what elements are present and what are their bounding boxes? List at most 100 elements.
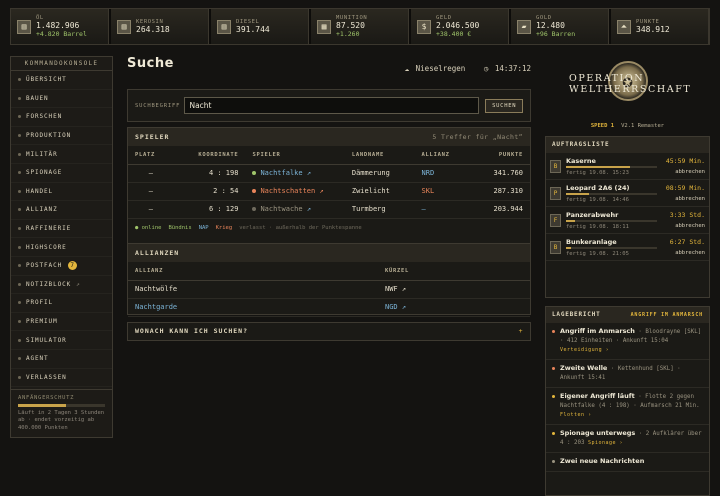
cancel-button[interactable]: abbrechen — [657, 169, 705, 175]
player-link[interactable]: Nachtschatten — [260, 187, 315, 195]
cell-coord: 4 : 198 — [173, 164, 246, 183]
bullet-icon — [18, 96, 21, 100]
status-line: ☁ Nieselregen ◷ 14:37:12 — [391, 64, 531, 73]
faq-header[interactable]: Wonach kann ich suchen? + — [128, 323, 530, 340]
cancel-button[interactable]: abbrechen — [657, 196, 705, 202]
event-link[interactable]: Flotten › — [560, 412, 592, 418]
protection-progress — [18, 403, 105, 407]
resource-value: 1.482.906 — [36, 21, 80, 30]
player-cell[interactable]: Nachtwache ↗ — [245, 200, 345, 219]
resource-2: ▥ Diesel 391.744 — [211, 9, 309, 44]
faq-panel[interactable]: Wonach kann ich suchen? + — [127, 322, 531, 341]
sidebar-item-label: Simulator — [26, 336, 67, 344]
search-button[interactable]: Suchen — [485, 98, 523, 113]
event-link[interactable]: Spionage › — [588, 440, 623, 446]
resource-3: ▦ Munition 87.520 +1.260 — [311, 9, 409, 44]
alliances-panel: Allianzen Allianz Kürzel Nachtwölfe NWF ↗ N… — [127, 243, 531, 317]
resource-value: 2.046.500 — [436, 21, 480, 30]
sidebar-item-label: Notizblock — [26, 280, 72, 288]
sidebar-item-raffinerie[interactable]: Raffinerie — [11, 220, 112, 239]
sidebar-item-forschen[interactable]: Forschen — [11, 108, 112, 127]
weather-icon: ☁ — [404, 64, 410, 73]
external-link-icon: ↗ — [397, 303, 407, 311]
external-link-icon: ↗ — [397, 285, 407, 293]
money-icon: $ — [417, 19, 431, 34]
search-input[interactable] — [184, 97, 480, 114]
sidebar-nav: Übersicht Bauen Forschen Produktion Militär S… — [11, 71, 112, 388]
sidebar-item-highscore[interactable]: Highscore — [11, 238, 112, 257]
sidebar-item-profil[interactable]: Profil — [11, 294, 112, 313]
order-name: Bunkeranlage — [566, 237, 617, 246]
sidebar-item-premium[interactable]: Premium — [11, 313, 112, 332]
col-header: Allianz — [128, 262, 378, 281]
col-header: Landname — [344, 146, 415, 165]
event-dot — [552, 432, 555, 435]
sidebar-item-bauen[interactable]: Bauen — [11, 90, 112, 109]
table-row: Nachtgarde NGD ↗ — [128, 298, 530, 317]
player-cell[interactable]: Nachtfalke ↗ — [245, 164, 345, 183]
event-dot — [552, 395, 555, 398]
cancel-button[interactable]: abbrechen — [657, 250, 705, 256]
player-cell[interactable]: Nachtschatten ↗ — [245, 182, 345, 201]
order-item: B Bunkeranlage fertig 19.08. 21:05 6:27 Std… — [546, 234, 709, 261]
alliance-name[interactable]: Nachtgarde — [128, 298, 378, 317]
alliance-short[interactable]: NWF ↗ — [378, 280, 530, 299]
resource-value: 87.520 — [336, 21, 365, 30]
gold-bar-icon: ▰ — [517, 19, 531, 34]
expand-icon[interactable]: + — [519, 323, 523, 340]
sidebar-item-simulator[interactable]: Simulator — [11, 331, 112, 350]
clock-icon: ◷ — [483, 64, 489, 73]
sidebar-item-verlassen[interactable]: Verlassen — [11, 369, 112, 388]
sidebar-item-label: Bauen — [26, 94, 49, 102]
resource-6: ⏶ Punkte 348.912 — [611, 9, 709, 44]
sidebar-item-label: Verlassen — [26, 373, 67, 381]
alliance-name[interactable]: Nachtwölfe — [128, 280, 378, 299]
alliance-tag[interactable]: NRD — [414, 164, 471, 183]
sidebar-item-agent[interactable]: Agent — [11, 350, 112, 369]
alliance-short[interactable]: NGD ↗ — [378, 298, 530, 317]
player-link[interactable]: Nachtwache — [260, 205, 302, 213]
cell-points: 341.760 — [470, 164, 530, 183]
sidebar-item-militär[interactable]: Militär — [11, 145, 112, 164]
sidebar-item-handel[interactable]: Handel — [11, 183, 112, 202]
sidebar-item-postfach[interactable]: Postfach 7 — [11, 257, 112, 276]
cell-rank: – — [128, 182, 174, 201]
alliance-short-text: NGD — [385, 303, 398, 311]
order-remaining: 3:33 Std. — [669, 211, 705, 219]
sidebar-item-label: Militär — [26, 150, 58, 158]
cancel-button[interactable]: abbrechen — [657, 223, 705, 229]
protection-text: Läuft in 2 Tagen 3 Stunden ab · endet vo… — [18, 409, 105, 431]
logo-sub: SPEED 1 V2.1 Remaster — [591, 123, 664, 129]
alert-badge: Angriff im Anmarsch — [630, 312, 703, 318]
bullet-icon — [18, 320, 21, 324]
sidebar-item-allianz[interactable]: Allianz — [11, 201, 112, 220]
bullet-icon — [18, 227, 21, 231]
sidebar-item-spionage[interactable]: Spionage — [11, 164, 112, 183]
alliance-tag[interactable]: – — [414, 200, 471, 219]
alliance-tag[interactable]: SKL — [414, 182, 471, 201]
player-link[interactable]: Nachtfalke — [260, 169, 302, 177]
right-column: ✪ Operation Weltherrschaft SPEED 1 V2.1 R… — [545, 56, 710, 496]
order-progress — [566, 165, 657, 168]
cell-points: 287.310 — [470, 182, 530, 201]
bullet-icon — [18, 208, 21, 212]
order-type-icon: B — [550, 240, 561, 254]
weather-text: Nieselregen — [415, 64, 466, 73]
cell-points: 203.944 — [470, 200, 530, 219]
bullet-icon — [18, 282, 21, 286]
situation-report: Lagebericht Angriff im Anmarsch Angriff i… — [545, 306, 710, 496]
protection-title: Anfängerschutz — [18, 394, 75, 401]
col-header: Spieler — [245, 146, 345, 165]
external-link-icon: ↗ — [302, 169, 312, 177]
beginner-protection: Anfängerschutz Läuft in 2 Tagen 3 Stunde… — [11, 388, 112, 438]
sidebar-item-übersicht[interactable]: Übersicht — [11, 71, 112, 90]
event-title: Zweite Welle — [560, 364, 608, 372]
order-done-time: fertig 19.08. 14:46 — [566, 196, 629, 203]
report-event: Zwei neue Nachrichten — [546, 453, 709, 472]
resource-0: ▥ Öl 1.482.906 +4.820 Barrel — [11, 9, 109, 44]
event-link[interactable]: Verteidigung › — [560, 347, 609, 353]
time-text: 14:37:12 — [494, 64, 531, 73]
sidebar-item-produktion[interactable]: Produktion — [11, 127, 112, 146]
order-progress — [566, 246, 657, 249]
sidebar-item-notizblock[interactable]: Notizblock ↗ — [11, 276, 112, 295]
